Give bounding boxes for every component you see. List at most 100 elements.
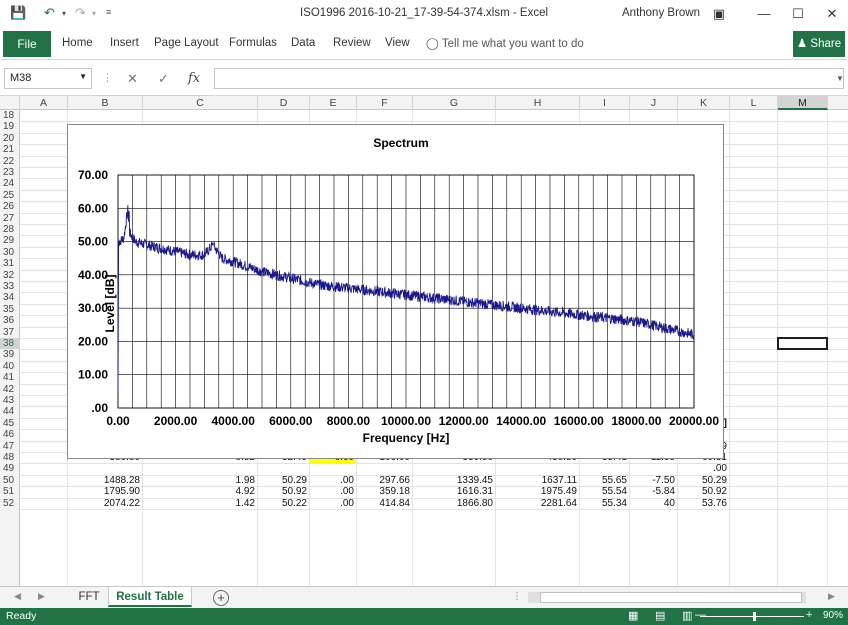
zoom-slider[interactable] xyxy=(700,616,804,617)
tab-review[interactable]: Review xyxy=(333,37,371,49)
row-header-33[interactable]: 33 xyxy=(0,281,20,292)
row-header-19[interactable]: 19 xyxy=(0,121,20,132)
table-cell[interactable] xyxy=(258,463,307,474)
row-header-35[interactable]: 35 xyxy=(0,304,20,315)
row-header-42[interactable]: 42 xyxy=(0,384,20,395)
zoom-in-icon[interactable]: + xyxy=(806,609,812,621)
table-cell[interactable]: 1488.28 xyxy=(68,475,140,486)
row-header-37[interactable]: 37 xyxy=(0,327,20,338)
table-cell[interactable]: 50.29 xyxy=(678,475,727,486)
table-cell[interactable]: .00 xyxy=(310,498,354,509)
row-header-28[interactable]: 28 xyxy=(0,224,20,235)
table-cell[interactable]: 53.76 xyxy=(678,498,727,509)
row-header-30[interactable]: 30 xyxy=(0,247,20,258)
user-name[interactable]: Anthony Brown xyxy=(622,7,700,19)
cancel-icon[interactable]: ✕ xyxy=(127,71,138,87)
table-cell[interactable]: 40 xyxy=(630,498,675,509)
row-header-39[interactable]: 39 xyxy=(0,349,20,360)
table-cell[interactable]: 1339.45 xyxy=(413,475,493,486)
table-cell[interactable] xyxy=(310,463,354,474)
table-cell[interactable]: 1.98 xyxy=(143,475,255,486)
row-header-49[interactable]: 49 xyxy=(0,463,20,474)
row-header-51[interactable]: 51 xyxy=(0,486,20,497)
column-header-m[interactable]: M xyxy=(778,96,828,110)
row-header-52[interactable]: 52 xyxy=(0,498,20,509)
column-header-d[interactable]: D xyxy=(258,96,310,110)
table-cell[interactable]: -7.50 xyxy=(630,475,675,486)
insert-function-icon[interactable]: fx xyxy=(188,71,200,86)
row-header-25[interactable]: 25 xyxy=(0,190,20,201)
row-header-18[interactable]: 18 xyxy=(0,110,20,121)
formula-input[interactable] xyxy=(214,68,844,89)
row-header-45[interactable]: 45 xyxy=(0,418,20,429)
tell-me-search[interactable]: ◯ Tell me what you want to do xyxy=(426,36,584,50)
column-header-c[interactable]: C xyxy=(143,96,258,110)
row-header-21[interactable]: 21 xyxy=(0,144,20,155)
column-header-l[interactable]: L xyxy=(730,96,778,110)
tab-formulas[interactable]: Formulas xyxy=(229,37,277,49)
table-cell[interactable]: 1616.31 xyxy=(413,486,493,497)
row-header-34[interactable]: 34 xyxy=(0,292,20,303)
chevron-down-icon[interactable]: ▼ xyxy=(79,72,87,81)
row-header-48[interactable]: 48 xyxy=(0,452,20,463)
zoom-out-icon[interactable]: — xyxy=(695,609,706,621)
maximize-button[interactable]: ☐ xyxy=(783,4,813,24)
table-cell[interactable]: 297.66 xyxy=(357,475,410,486)
tab-page-layout[interactable]: Page Layout xyxy=(154,37,219,49)
row-header-46[interactable]: 46 xyxy=(0,429,20,440)
row-header-40[interactable]: 40 xyxy=(0,361,20,372)
name-box[interactable]: M38 ▼ xyxy=(4,68,92,89)
tab-data[interactable]: Data xyxy=(291,37,315,49)
zoom-level[interactable]: 90% xyxy=(823,610,843,621)
table-cell[interactable]: 4.92 xyxy=(143,486,255,497)
tab-home[interactable]: Home xyxy=(62,37,93,49)
table-cell[interactable]: .00 xyxy=(310,486,354,497)
table-cell[interactable]: .00 xyxy=(310,475,354,486)
column-header-f[interactable]: F xyxy=(357,96,413,110)
table-cell[interactable]: 2074.22 xyxy=(68,498,140,509)
table-cell[interactable]: 1975.49 xyxy=(496,486,577,497)
table-cell[interactable]: 50.92 xyxy=(678,486,727,497)
active-cell-m38[interactable] xyxy=(777,337,828,351)
zoom-slider-thumb[interactable] xyxy=(753,612,756,621)
row-header-23[interactable]: 23 xyxy=(0,167,20,178)
row-header-44[interactable]: 44 xyxy=(0,406,20,417)
row-header-29[interactable]: 29 xyxy=(0,235,20,246)
worksheet-grid[interactable]: ABCDEFGHIJKLM 18 19 20 21 22 23 24 25 26 27 28 29 30… xyxy=(0,96,848,586)
table-cell[interactable]: 414.84 xyxy=(357,498,410,509)
column-header-k[interactable]: K xyxy=(678,96,730,110)
table-cell[interactable]: .00 xyxy=(678,463,727,474)
sheet-tab-result-table[interactable]: Result Table xyxy=(108,587,192,607)
column-header-i[interactable]: I xyxy=(580,96,630,110)
table-cell[interactable] xyxy=(68,463,140,474)
table-cell[interactable]: 1866.80 xyxy=(413,498,493,509)
table-cell[interactable]: 55.34 xyxy=(580,498,627,509)
column-header-j[interactable]: J xyxy=(630,96,678,110)
spectrum-chart[interactable]: .00 10.00 20.00 30.00 40.00 50.00 60.00 70.00 0.… xyxy=(67,124,724,459)
tab-insert[interactable]: Insert xyxy=(110,37,139,49)
enter-icon[interactable]: ✓ xyxy=(158,71,169,87)
table-cell[interactable]: 1637.11 xyxy=(496,475,577,486)
row-header-41[interactable]: 41 xyxy=(0,372,20,383)
row-header-20[interactable]: 20 xyxy=(0,133,20,144)
table-cell[interactable]: 50.29 xyxy=(258,475,307,486)
column-header-h[interactable]: H xyxy=(496,96,580,110)
ribbon-display-options-icon[interactable]: ▣ xyxy=(704,4,734,24)
tab-split-handle-icon[interactable]: ⋮ xyxy=(512,591,522,602)
close-button[interactable]: ✕ xyxy=(817,4,847,24)
row-header-24[interactable]: 24 xyxy=(0,178,20,189)
row-header-26[interactable]: 26 xyxy=(0,201,20,212)
table-cell[interactable]: 359.18 xyxy=(357,486,410,497)
sheet-tab-fft[interactable]: FFT xyxy=(72,587,106,607)
row-header-31[interactable]: 31 xyxy=(0,258,20,269)
row-header-47[interactable]: 47 xyxy=(0,441,20,452)
share-button[interactable]: ♟ Share xyxy=(793,31,845,57)
more-options-icon[interactable]: ⋮ xyxy=(102,71,113,84)
table-cell[interactable] xyxy=(580,463,627,474)
table-cell[interactable] xyxy=(143,463,255,474)
horizontal-scroll-thumb[interactable] xyxy=(540,592,802,603)
table-cell[interactable]: 50.22 xyxy=(258,498,307,509)
table-cell[interactable]: 55.54 xyxy=(580,486,627,497)
add-sheet-icon[interactable]: + xyxy=(213,590,229,606)
column-header-e[interactable]: E xyxy=(310,96,357,110)
